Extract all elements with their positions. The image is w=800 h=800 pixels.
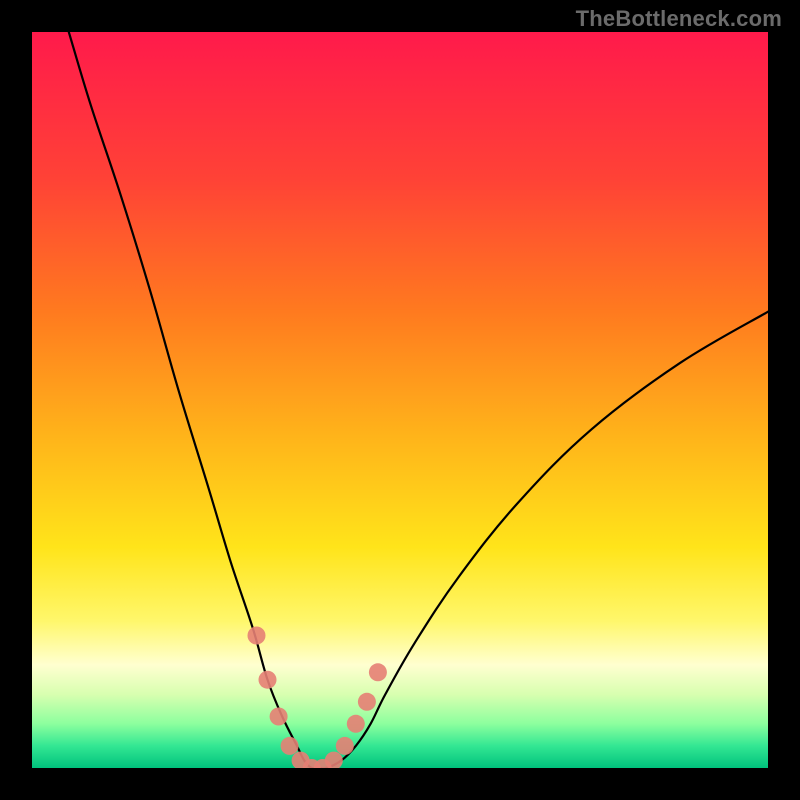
marker-dot xyxy=(336,737,354,755)
marker-dot xyxy=(281,737,299,755)
marker-dot xyxy=(259,671,277,689)
marker-dot xyxy=(358,693,376,711)
marker-dot xyxy=(347,715,365,733)
marker-dot xyxy=(325,752,343,768)
marker-dot xyxy=(369,663,387,681)
watermark-text: TheBottleneck.com xyxy=(576,6,782,32)
curve-path xyxy=(69,32,768,768)
plot-area xyxy=(32,32,768,768)
chart-frame: TheBottleneck.com xyxy=(0,0,800,800)
marker-dot xyxy=(270,708,288,726)
bottleneck-curve xyxy=(32,32,768,768)
marker-dot xyxy=(248,627,266,645)
